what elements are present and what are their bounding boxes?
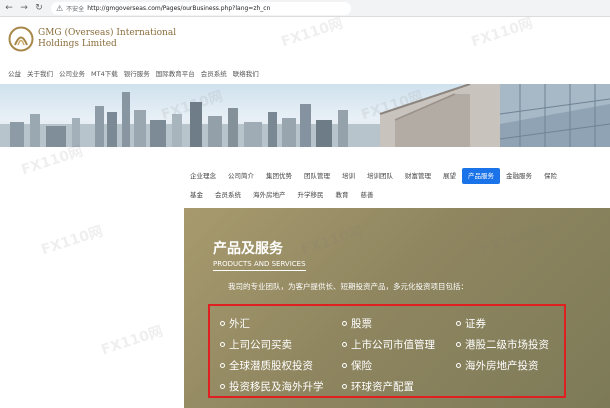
products-description: 我司的专业团队，为客户提供长、短期投资产品，多元化投资项目包括： (228, 282, 468, 291)
bullet-icon (456, 363, 461, 368)
back-icon[interactable]: ← (3, 2, 15, 14)
top-nav-item-member[interactable]: 会员系统 (201, 68, 227, 78)
service-label: 港股二级市场投资 (465, 339, 549, 351)
warning-icon: ⚠ (56, 3, 64, 13)
page: ← → ↻ ⚠ 不安全 http://gmgoverseas.com/Pages… (0, 0, 610, 408)
url-text[interactable]: http://gmgoverseas.com/Pages/ourBusiness… (87, 5, 270, 12)
sub-nav-item-profile[interactable]: 公司简介 (222, 168, 260, 184)
service-item: 保险 (342, 358, 372, 373)
service-label: 保险 (351, 360, 372, 372)
sub-nav-item-fund[interactable]: 基金 (184, 187, 209, 203)
service-item: 外汇 (220, 316, 250, 331)
sub-nav-item-property[interactable]: 海外房地产 (247, 187, 292, 203)
browser-toolbar: ← → ↻ ⚠ 不安全 http://gmgoverseas.com/Pages… (0, 0, 610, 17)
sub-nav-item-member[interactable]: 会员系统 (209, 187, 247, 203)
sub-nav-item-training[interactable]: 培训 (336, 168, 361, 184)
top-nav-item-charity[interactable]: 公益 (8, 68, 21, 78)
service-item: 上司公司买卖 (220, 337, 292, 352)
bullet-icon (342, 321, 347, 326)
service-label: 股票 (351, 318, 372, 330)
company-name[interactable]: GMG (Overseas) International Holdings Li… (38, 28, 176, 50)
sub-nav-row-2: 基金 会员系统 海外房地产 升学移民 教育 慈善 (184, 187, 604, 203)
service-label: 证券 (465, 318, 486, 330)
bullet-icon (456, 321, 461, 326)
service-item: 港股二级市场投资 (456, 337, 549, 352)
bullet-icon (220, 342, 225, 347)
top-nav: 公益 关于我们 公司业务 MT4下载 银行服务 国际教育平台 会员系统 联络我们 (8, 68, 259, 78)
sub-nav-item-wealth[interactable]: 财富管理 (399, 168, 437, 184)
sub-nav-item-charity[interactable]: 慈善 (355, 187, 380, 203)
sub-nav-item-financial[interactable]: 金融服务 (500, 168, 538, 184)
service-label: 投资移民及海外升学 (229, 381, 324, 393)
products-panel: 产品及服务 PRODUCTS AND SERVICES 我司的专业团队，为客户提… (184, 208, 610, 408)
service-label: 海外房地产投资 (465, 360, 539, 372)
service-label: 外汇 (229, 318, 250, 330)
company-name-line2: Holdings Limited (38, 39, 117, 49)
sub-nav-item-outlook[interactable]: 展望 (437, 168, 462, 184)
insecure-label: 不安全 (66, 5, 85, 13)
sub-nav-item-philosophy[interactable]: 企业理念 (184, 168, 222, 184)
watermark: FX110网 (279, 15, 345, 51)
top-nav-item-about[interactable]: 关于我们 (27, 68, 53, 78)
forward-icon[interactable]: → (18, 2, 30, 14)
bullet-icon (342, 384, 347, 389)
watermark: FX110网 (469, 15, 535, 51)
bullet-icon (342, 342, 347, 347)
sub-nav-item-products[interactable]: 产品服务 (462, 168, 500, 184)
company-name-line1: GMG (Overseas) International (38, 28, 177, 38)
top-nav-item-mt4[interactable]: MT4下载 (91, 68, 118, 78)
hero-banner (0, 84, 610, 147)
service-item: 全球潜质股权投资 (220, 358, 313, 373)
top-nav-item-bank[interactable]: 银行服务 (124, 68, 150, 78)
sub-nav: 企业理念 公司简介 集团优势 团队管理 培训 培训团队 财富管理 展望 产品服务… (184, 168, 604, 206)
service-label: 上司公司买卖 (229, 339, 292, 351)
top-nav-item-contact[interactable]: 联络我们 (233, 68, 259, 78)
bullet-icon (456, 342, 461, 347)
sub-nav-row-1: 企业理念 公司简介 集团优势 团队管理 培训 培训团队 财富管理 展望 产品服务… (184, 168, 604, 184)
sub-nav-item-insurance[interactable]: 保险 (538, 168, 563, 184)
service-item: 海外房地产投资 (456, 358, 539, 373)
top-nav-item-education[interactable]: 国际教育平台 (156, 68, 195, 78)
top-nav-item-business[interactable]: 公司业务 (59, 68, 85, 78)
service-label: 上市公司市值管理 (351, 339, 435, 351)
watermark: FX110网 (39, 223, 105, 259)
address-bar[interactable]: ⚠ 不安全 http://gmgoverseas.com/Pages/ourBu… (51, 1, 351, 15)
watermark: FX110网 (99, 323, 165, 359)
sub-nav-item-education[interactable]: 教育 (330, 187, 355, 203)
products-subtitle: PRODUCTS AND SERVICES (213, 260, 306, 271)
sub-nav-item-training-team[interactable]: 培训团队 (361, 168, 399, 184)
city-skyline-image (0, 84, 610, 147)
bullet-icon (342, 363, 347, 368)
sub-nav-item-immigration[interactable]: 升学移民 (292, 187, 330, 203)
products-title: 产品及服务 (213, 241, 283, 257)
service-item: 环球资产配置 (342, 379, 414, 394)
service-item: 上市公司市值管理 (342, 337, 435, 352)
service-item: 投资移民及海外升学 (220, 379, 324, 394)
sub-nav-item-advantages[interactable]: 集团优势 (260, 168, 298, 184)
bullet-icon (220, 363, 225, 368)
company-logo-icon[interactable] (8, 26, 34, 52)
services-list: 外汇 股票 证券 上司公司买卖 上市公司市值管理 港股二级市场投资 全球潜质股权… (208, 304, 566, 398)
bullet-icon (220, 384, 225, 389)
bullet-icon (220, 321, 225, 326)
sub-nav-item-team[interactable]: 团队管理 (298, 168, 336, 184)
service-label: 全球潜质股权投资 (229, 360, 313, 372)
service-label: 环球资产配置 (351, 381, 414, 393)
service-item: 股票 (342, 316, 372, 331)
reload-icon[interactable]: ↻ (33, 2, 45, 14)
service-item: 证券 (456, 316, 486, 331)
